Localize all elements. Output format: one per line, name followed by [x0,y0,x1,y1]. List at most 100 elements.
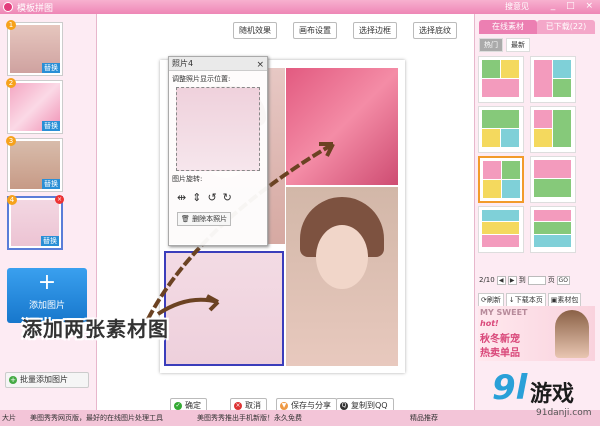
photo-edit-popup: 照片4 × 调整照片显示位置: 图片旋转: ⇹ ⇕ ↺ ↻ 🗑 删除本照片 [168,56,268,246]
random-effect-button[interactable]: 随机效果 [233,22,277,39]
left-panel: 1 替换 2 替换 3 替换 4 × 替换 + 添加图片 + 批量添加图片 [0,14,97,410]
app-icon [3,2,13,12]
watermark-logo: 9l [492,368,528,408]
prev-page-icon[interactable]: ◀ [496,275,506,285]
tab-online-materials[interactable]: 在线素材 [479,20,537,34]
cancel-label: 取消 [245,401,261,410]
rotate-label: 图片旋转: [172,175,203,183]
thumb-4[interactable]: 4 × 替换 [7,195,64,250]
delete-icon[interactable]: × [55,195,64,204]
goto-label: 到 [518,276,526,284]
material-pack-label: 素材包 [557,296,579,304]
thumb-badge: 4 [7,195,17,205]
delete-photo-label: 删除本照片 [192,215,228,223]
save-share-label: 保存与分享 [291,401,331,410]
ad-model-image [555,310,589,358]
swap-button[interactable]: 替换 [41,236,59,246]
subtab-hot[interactable]: 热门 [479,38,503,52]
batch-add-button[interactable]: + 批量添加图片 [5,372,89,388]
delete-photo-button[interactable]: 🗑 删除本照片 [177,212,232,226]
watermark: 9l 游戏 91danji.com [492,368,600,426]
watermark-url: 91danji.com [536,408,592,418]
close-icon[interactable]: × [256,58,264,72]
material-tabs: 在线素材 已下载(22) [479,20,595,34]
canvas-settings-button[interactable]: 画布设置 [293,22,337,39]
swap-button[interactable]: 替换 [42,63,60,73]
window-controls[interactable]: _ □ × [551,1,597,11]
qq-icon: Q [340,402,348,410]
ad-line-3: 秋冬新宠 [480,334,520,345]
download-page-label: 下载本页 [514,296,543,304]
select-texture-button[interactable]: 选择底纹 [413,22,457,39]
template-item[interactable] [530,56,576,103]
rotate-controls: ⇹ ⇕ ↺ ↻ [169,187,267,208]
batch-add-label: 批量添加图片 [20,375,68,384]
tutorial-caption: 添加两张素材图 [22,317,169,341]
copy-to-qq-label: 复制到QQ [351,401,388,410]
position-preview[interactable] [176,87,260,171]
thumb-badge: 2 [6,78,16,88]
rotate-left-icon[interactable]: ↺ [207,191,216,204]
status-link[interactable]: 美图秀秀网页版，最好的在线图片处理工具 [30,410,163,426]
template-item-selected[interactable] [478,156,524,203]
next-page-icon[interactable]: ▶ [507,275,517,285]
pagination: 2/10 ◀ ▶ 到 页 GO [479,275,570,285]
trash-icon: 🗑 [181,215,190,223]
ad-line-1: MY SWEET [480,308,528,317]
swap-button[interactable]: 替换 [42,179,60,189]
template-grid [478,56,598,266]
subtab-new[interactable]: 最新 [506,38,530,52]
template-item[interactable] [478,206,524,253]
window-title: 模板拼图 [17,4,54,14]
thumb-1[interactable]: 1 替换 [6,20,63,76]
add-icon: + [9,376,17,384]
arrowhead-icon [206,294,220,312]
save-icon: ▼ [280,402,288,410]
thumb-2[interactable]: 2 替换 [6,78,63,134]
page-input[interactable] [527,275,546,285]
ad-line-2: hot! [480,319,499,328]
popup-title: 照片4 [172,59,194,68]
sub-tabs: 热门 最新 [479,38,530,52]
page-unit-label: 页 [547,276,555,284]
material-pack-button[interactable]: ▣素材包 [547,293,582,307]
flip-vertical-icon[interactable]: ⇕ [192,191,201,204]
template-item[interactable] [478,56,524,103]
thumb-badge: 1 [6,20,16,30]
refresh-label: 刷新 [486,296,501,304]
popup-header: 照片4 × [169,57,267,71]
feedback-link[interactable]: 搜意见 [505,1,529,12]
template-item[interactable] [530,206,576,253]
select-border-button[interactable]: 选择边框 [353,22,397,39]
template-item[interactable] [478,106,524,153]
tab-downloaded[interactable]: 已下载(22) [537,20,595,34]
download-page-button[interactable]: ↓下载本页 [505,293,546,307]
refresh-button[interactable]: ⟳刷新 [478,293,504,307]
ad-banner[interactable]: MY SWEET hot! 秋冬新宠 热卖单品 [478,306,595,361]
watermark-text: 游戏 [530,382,575,407]
swap-button[interactable]: 替换 [42,121,60,131]
random-effect-label: 随机效果 [239,26,271,35]
ad-line-4: 热卖单品 [480,348,520,359]
status-link[interactable]: 美图秀秀推出手机新版！永久免费 [197,410,302,426]
arrow-to-photo-3 [156,297,219,316]
plus-icon: + [37,270,57,295]
canvas-settings-label: 画布设置 [299,26,331,35]
flip-horizontal-icon[interactable]: ⇹ [177,191,186,204]
status-item: 大片 [2,414,16,422]
select-texture-label: 选择底纹 [419,26,451,35]
template-item[interactable] [530,106,576,153]
right-panel: 在线素材 已下载(22) 热门 最新 2/10 ◀ ▶ 到 页 GO ⟳刷新 ↓… [474,14,600,410]
cancel-icon: × [234,402,242,410]
add-picture-label: 添加图片 [28,301,65,311]
status-link[interactable]: 精品推荐 [410,410,438,426]
workspace: 随机效果 画布设置 选择边框 选择底纹 照片4 × 调整照片显示位置: 图片旋转:… [98,14,474,414]
position-label: 调整照片显示位置: [172,75,231,83]
go-button[interactable]: GO [556,275,570,285]
page-indicator: 2/10 [479,276,495,284]
check-icon: ✓ [174,402,182,410]
title-bar: 模板拼图 搜意见 _ □ × [0,0,600,14]
template-item[interactable] [530,156,576,203]
thumb-3[interactable]: 3 替换 [6,136,63,192]
rotate-right-icon[interactable]: ↻ [223,191,232,204]
